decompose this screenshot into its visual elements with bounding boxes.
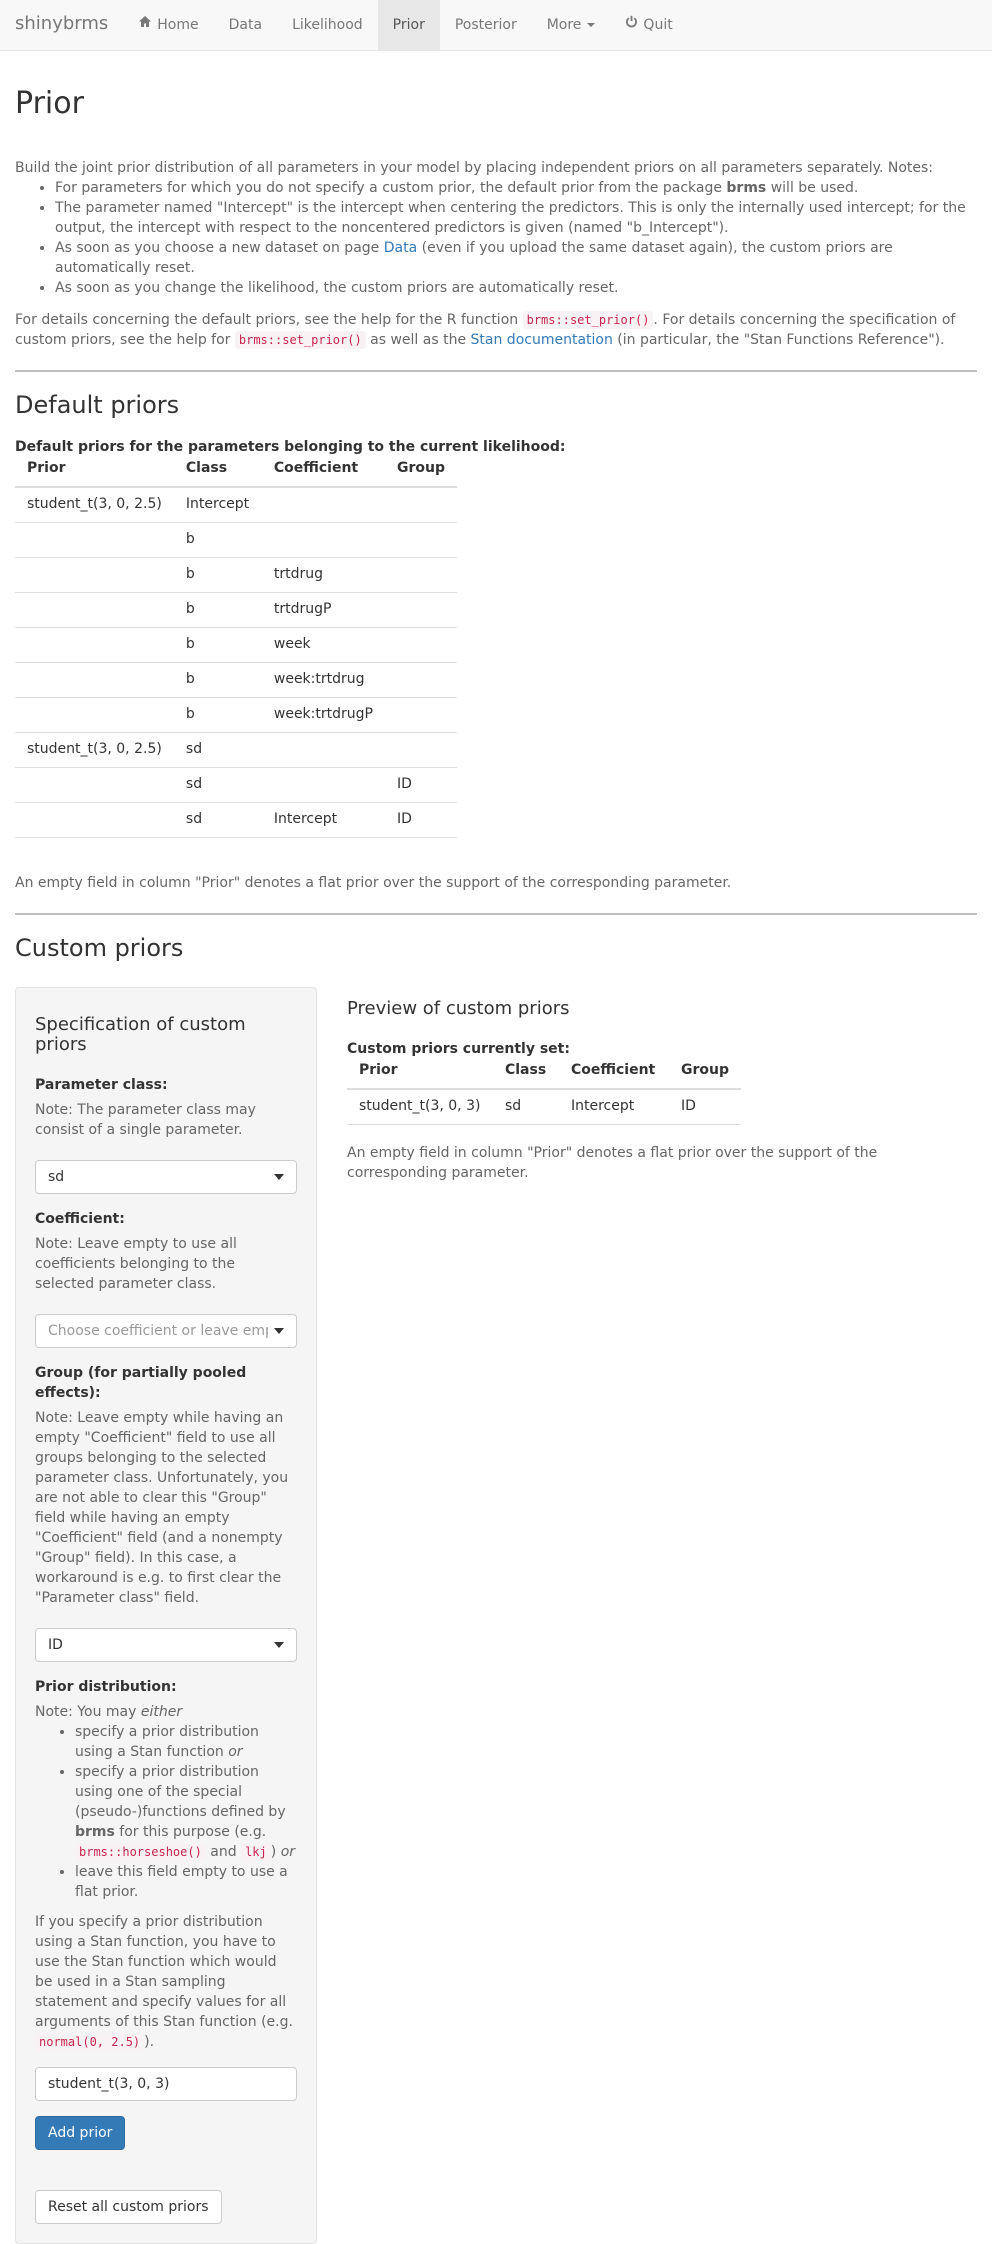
- list-item: specify a prior distribution using a Sta…: [75, 1722, 297, 1762]
- parameter-class-value: sd: [48, 1168, 65, 1185]
- nav-likelihood[interactable]: Likelihood: [277, 0, 378, 50]
- prior-distribution-label: Prior distribution:: [35, 1679, 177, 1696]
- default-priors-table: Prior Class Coefficient Group student_t(…: [15, 456, 457, 838]
- details-text: For details concerning the default prior…: [15, 311, 956, 350]
- set-prior-code: brms::set_prior(): [234, 331, 366, 350]
- group-label: Group (for partially pooled effects):: [35, 1364, 247, 1401]
- table-row: student_t(3, 0, 3) sd Intercept ID: [347, 1088, 741, 1125]
- custom-priors-preview: Preview of custom priors Custom priors c…: [347, 987, 907, 2244]
- column-header: Coefficient: [558, 1058, 669, 1090]
- parameter-class-select[interactable]: sd: [35, 1159, 297, 1194]
- column-header: Prior: [15, 456, 174, 488]
- default-priors-caption: Default priors for the parameters belong…: [15, 438, 566, 455]
- preview-title: Preview of custom priors: [347, 998, 570, 1020]
- list-item: leave this field empty to use a flat pri…: [75, 1862, 297, 1902]
- parameter-class-note: Note: The parameter class may consist of…: [35, 1101, 256, 1138]
- table-row: b week:trtdrugP: [15, 697, 457, 733]
- nav-home-label: Home: [157, 16, 199, 33]
- custom-flat-prior-note: An empty field in column "Prior" denotes…: [347, 1144, 878, 1181]
- group-value: ID: [48, 1637, 63, 1653]
- custom-priors-section: Specification of custom priors Parameter…: [15, 987, 977, 2244]
- table-row: sd Intercept ID: [15, 802, 457, 838]
- divider: [15, 370, 977, 373]
- page-title: Prior: [15, 86, 84, 121]
- nav-more-label: More: [546, 16, 582, 33]
- chevron-down-icon: [274, 1642, 284, 1649]
- custom-prior-specification-panel: Specification of custom priors Parameter…: [15, 987, 317, 2244]
- column-header: Group: [668, 1058, 741, 1090]
- nav-home[interactable]: Home: [123, 0, 213, 50]
- table-row: b week:trtdrug: [15, 662, 457, 698]
- navbar: shinybrms Home Data Likelihood Prior Pos…: [0, 0, 992, 51]
- specification-title: Specification of custom priors: [35, 1014, 246, 1055]
- column-header: Class: [492, 1058, 559, 1090]
- stan-documentation-link[interactable]: Stan documentation: [471, 332, 613, 348]
- table-row: b trtdrug: [15, 557, 457, 593]
- home-icon: [138, 15, 152, 35]
- group-note: Note: Leave empty while having an empty …: [35, 1409, 289, 1606]
- preview-caption: Custom priors currently set:: [347, 1040, 570, 1057]
- data-page-link[interactable]: Data: [384, 240, 417, 256]
- column-header: Prior: [347, 1058, 493, 1090]
- table-row: b week: [15, 627, 457, 663]
- default-priors-heading: Default priors: [15, 391, 180, 420]
- chevron-down-icon: [274, 1327, 284, 1334]
- coefficient-note: Note: Leave empty to use all coefficient…: [35, 1235, 237, 1292]
- custom-priors-heading: Custom priors: [15, 933, 184, 962]
- table-row: b trtdrugP: [15, 592, 457, 628]
- group-select[interactable]: ID: [35, 1628, 297, 1663]
- prior-distribution-help: If you specify a prior distribution usin…: [35, 1914, 293, 2052]
- prior-distribution-input[interactable]: student_t(3, 0, 3): [35, 2067, 297, 2102]
- main-content: Prior Build the joint prior distribution…: [0, 87, 992, 2244]
- nav-prior[interactable]: Prior: [377, 0, 440, 50]
- nav-posterior[interactable]: Posterior: [440, 0, 532, 50]
- power-icon: [625, 15, 638, 35]
- note-item: The parameter named "Intercept" is the i…: [55, 198, 977, 238]
- chevron-down-icon: [274, 1173, 284, 1180]
- note-item: As soon as you change the likelihood, th…: [55, 278, 977, 298]
- parameter-class-label: Parameter class:: [35, 1076, 168, 1093]
- coefficient-select[interactable]: Choose coefficient or leave empty: [35, 1313, 297, 1348]
- table-row: b: [15, 522, 457, 558]
- divider: [15, 912, 977, 915]
- table-row: sd ID: [15, 767, 457, 803]
- reset-custom-priors-button[interactable]: Reset all custom priors: [35, 2190, 222, 2225]
- nav-quit-label: Quit: [643, 16, 673, 33]
- column-header: Coefficient: [261, 456, 385, 488]
- intro-notes-list: For parameters for which you do not spec…: [15, 178, 977, 298]
- set-prior-code: brms::set_prior(): [522, 311, 654, 330]
- flat-prior-note: An empty field in column "Prior" denotes…: [15, 874, 732, 891]
- table-row: student_t(3, 0, 2.5) sd: [15, 732, 457, 768]
- column-header: Group: [384, 456, 457, 488]
- prior-distribution-options: specify a prior distribution using a Sta…: [35, 1722, 297, 1902]
- note-item: For parameters for which you do not spec…: [55, 178, 977, 198]
- note-item: As soon as you choose a new dataset on p…: [55, 238, 977, 278]
- coefficient-placeholder: Choose coefficient or leave empty: [48, 1322, 268, 1339]
- nav-quit[interactable]: Quit: [610, 0, 687, 50]
- list-item: specify a prior distribution using one o…: [75, 1762, 297, 1862]
- custom-priors-table: Prior Class Coefficient Group student_t(…: [347, 1058, 741, 1125]
- brand-link[interactable]: shinybrms: [0, 0, 123, 50]
- table-row: student_t(3, 0, 2.5) Intercept: [15, 486, 457, 523]
- column-header: Class: [173, 456, 262, 488]
- nav-more-dropdown[interactable]: More: [532, 0, 611, 50]
- caret-down-icon: [587, 23, 596, 27]
- coefficient-label: Coefficient:: [35, 1210, 125, 1227]
- nav-data[interactable]: Data: [214, 0, 277, 50]
- intro-text: Build the joint prior distribution of al…: [15, 160, 934, 176]
- add-prior-button[interactable]: Add prior: [35, 2116, 126, 2151]
- prior-distribution-note: Note: You may either: [35, 1704, 183, 1721]
